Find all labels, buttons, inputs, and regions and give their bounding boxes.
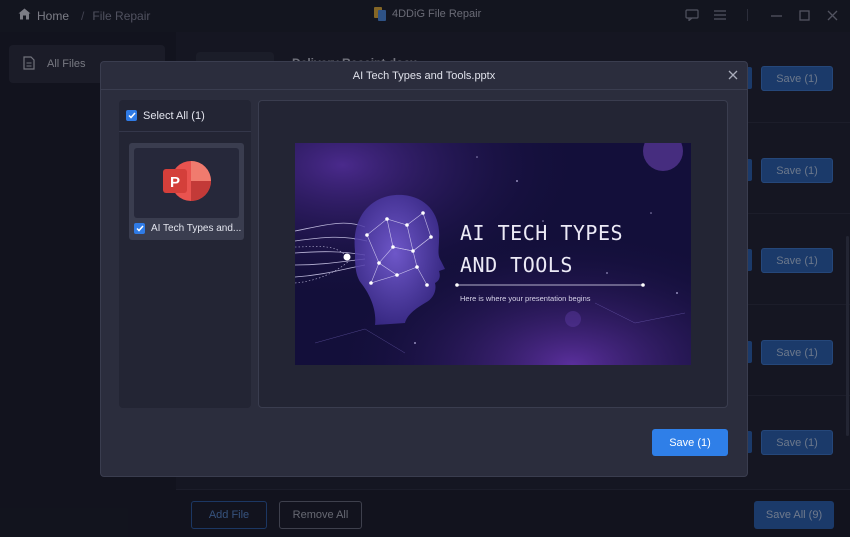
file-name-label: AI Tech Types and...	[151, 223, 242, 234]
slide-preview: AI TECH TYPES AND TOOLS Here is where yo…	[295, 143, 691, 365]
close-icon[interactable]	[725, 67, 741, 83]
select-all-label: Select All (1)	[143, 109, 205, 122]
powerpoint-icon: P	[161, 159, 213, 208]
svg-text:P: P	[169, 174, 179, 191]
file-thumbnail: P	[134, 148, 239, 218]
preview-dialog: AI Tech Types and Tools.pptx Select All …	[100, 61, 748, 477]
select-all-checkbox[interactable]	[126, 110, 137, 121]
file-name-row: AI Tech Types and...	[134, 223, 241, 234]
preview-panel: AI TECH TYPES AND TOOLS Here is where yo…	[258, 100, 728, 408]
dialog-title: AI Tech Types and Tools.pptx	[352, 69, 496, 82]
slide-title: AI TECH TYPES AND TOOLS	[460, 221, 624, 277]
save-button[interactable]: Save (1)	[652, 429, 728, 456]
file-card[interactable]: P AI Tech Types and...	[129, 143, 244, 240]
file-checkbox[interactable]	[134, 223, 145, 234]
dialog-header: AI Tech Types and Tools.pptx	[101, 62, 747, 90]
slide-subtitle: Here is where your presentation begins	[460, 294, 591, 303]
file-select-panel: Select All (1) P AI Tech Types and...	[119, 100, 251, 408]
select-all-row[interactable]: Select All (1)	[119, 100, 251, 132]
